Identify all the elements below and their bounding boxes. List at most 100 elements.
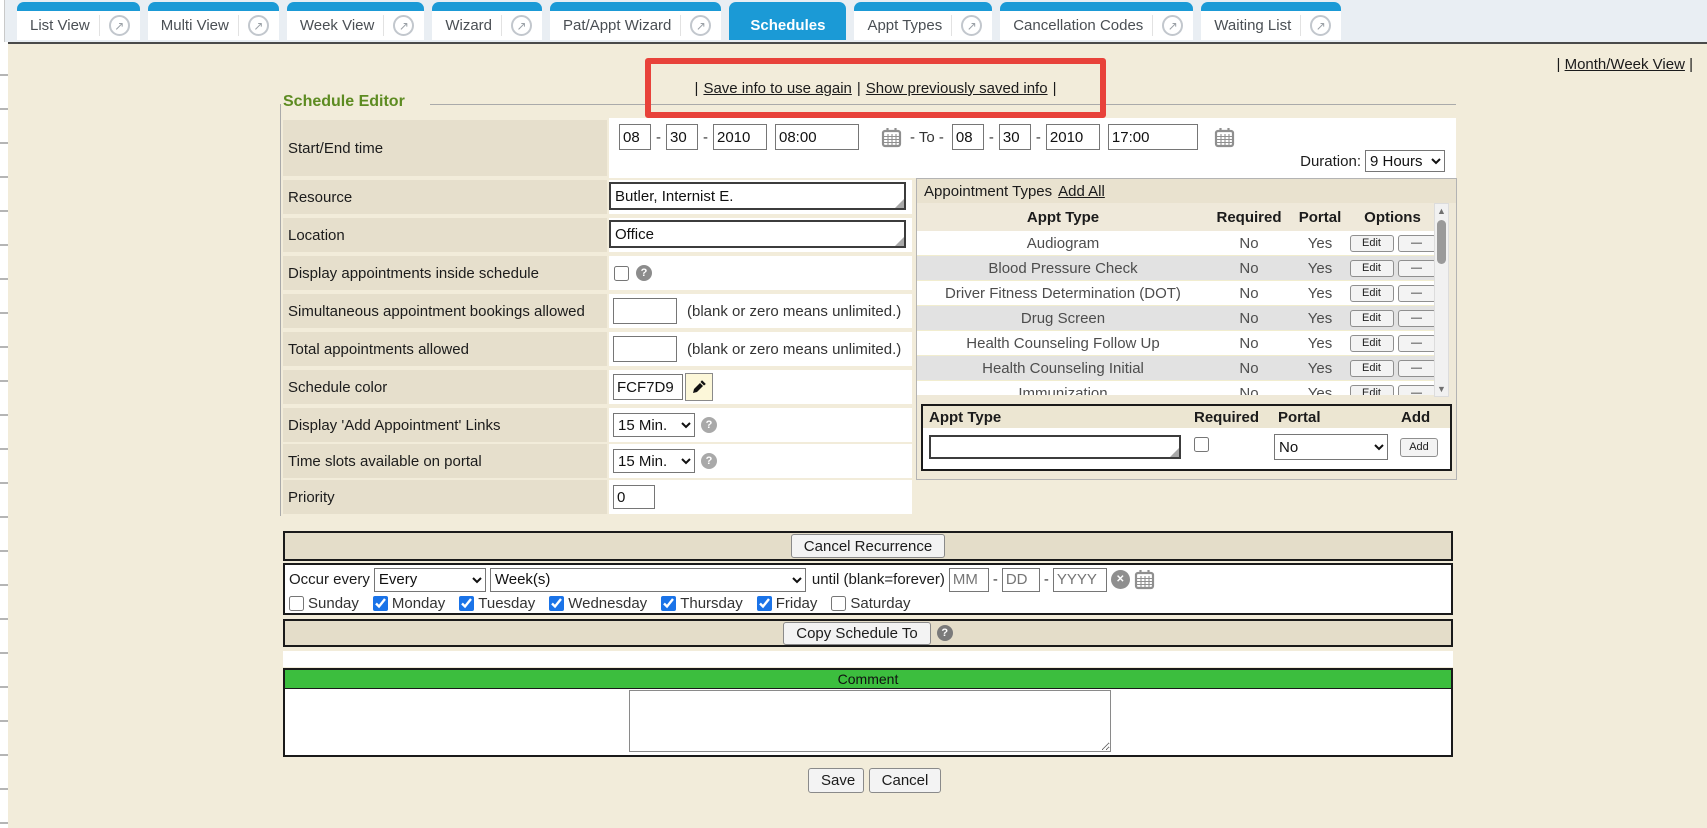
external-link-icon[interactable]: ↗ — [961, 15, 982, 36]
occur-every-label: Occur every — [289, 571, 370, 588]
remove-button[interactable]: — — [1398, 385, 1435, 396]
appointment-types-panel: Appointment Types Add All Appt Type Requ… — [916, 178, 1457, 480]
tab-pat-appt-wizard[interactable]: Pat/Appt Wizard ↗ — [550, 2, 721, 40]
external-link-icon[interactable]: ↗ — [511, 15, 532, 36]
portal-slots-interval-select[interactable]: 15 Min. — [613, 449, 695, 473]
add-links-interval-select[interactable]: 15 Min. — [613, 413, 695, 437]
tab-list-view[interactable]: List View ↗ — [17, 2, 140, 40]
scroll-up-icon[interactable]: ▲ — [1437, 204, 1446, 218]
end-calendar-icon[interactable] — [1214, 127, 1235, 148]
end-year-input[interactable] — [1046, 124, 1100, 150]
cancel-button[interactable]: Cancel — [869, 768, 941, 793]
tuesday-checkbox[interactable] — [459, 596, 474, 611]
end-time-input[interactable] — [1108, 124, 1198, 150]
recurrence-frequency-select[interactable]: Every — [374, 568, 486, 592]
edit-button[interactable]: Edit — [1350, 260, 1394, 277]
end-month-input[interactable] — [952, 124, 984, 150]
start-day-input[interactable] — [666, 124, 698, 150]
location-input[interactable] — [609, 220, 906, 248]
thursday-checkbox[interactable] — [661, 596, 676, 611]
until-month-input[interactable] — [949, 568, 989, 592]
end-day-input[interactable] — [999, 124, 1031, 150]
day-sunday[interactable]: Sunday — [289, 595, 359, 612]
remove-button[interactable]: — — [1398, 335, 1435, 352]
edit-button[interactable]: Edit — [1350, 360, 1394, 377]
remove-button[interactable]: — — [1398, 285, 1435, 302]
display-inside-checkbox[interactable] — [614, 266, 629, 281]
new-appt-type-input[interactable] — [929, 435, 1181, 459]
schedule-color-input[interactable] — [613, 374, 683, 400]
add-appt-type-button[interactable]: Add — [1400, 438, 1438, 457]
wednesday-checkbox[interactable] — [549, 596, 564, 611]
duration-select[interactable]: 9 Hours — [1365, 150, 1445, 172]
until-year-input[interactable] — [1053, 568, 1107, 592]
tab-wizard[interactable]: Wizard ↗ — [432, 2, 542, 40]
month-week-view-linkbar: | Month/Week View | — [1557, 56, 1694, 73]
comment-textarea[interactable] — [629, 690, 1111, 752]
priority-input[interactable] — [613, 485, 655, 509]
monday-checkbox[interactable] — [373, 596, 388, 611]
save-info-link[interactable]: Save info to use again — [703, 80, 851, 97]
resize-grip-icon[interactable] — [895, 199, 904, 208]
resize-grip-icon[interactable] — [895, 237, 904, 246]
remove-button[interactable]: — — [1398, 360, 1435, 377]
external-link-icon[interactable]: ↗ — [690, 15, 711, 36]
tab-waiting-list[interactable]: Waiting List ↗ — [1201, 2, 1341, 40]
day-tuesday[interactable]: Tuesday — [459, 595, 535, 612]
external-link-icon[interactable]: ↗ — [393, 15, 414, 36]
tab-schedules[interactable]: Schedules — [729, 2, 846, 40]
color-picker-button[interactable] — [685, 373, 713, 401]
day-saturday[interactable]: Saturday — [831, 595, 910, 612]
until-calendar-icon[interactable] — [1134, 569, 1155, 590]
add-all-link[interactable]: Add All — [1058, 183, 1105, 200]
scroll-down-icon[interactable]: ▼ — [1437, 382, 1446, 396]
day-wednesday[interactable]: Wednesday — [549, 595, 647, 612]
tab-cancellation-codes[interactable]: Cancellation Codes ↗ — [1000, 2, 1193, 40]
external-link-icon[interactable]: ↗ — [109, 15, 130, 36]
tab-appt-types[interactable]: Appt Types ↗ — [854, 2, 992, 40]
external-link-icon[interactable]: ↗ — [248, 15, 269, 36]
resource-input[interactable] — [609, 182, 906, 210]
edit-button[interactable]: Edit — [1350, 235, 1394, 252]
help-icon[interactable]: ? — [701, 453, 717, 469]
remove-button[interactable]: — — [1398, 310, 1435, 327]
start-year-input[interactable] — [713, 124, 767, 150]
remove-button[interactable]: — — [1398, 235, 1435, 252]
edit-button[interactable]: Edit — [1350, 310, 1394, 327]
day-monday[interactable]: Monday — [373, 595, 445, 612]
month-week-view-link[interactable]: Month/Week View — [1565, 56, 1685, 73]
friday-checkbox[interactable] — [757, 596, 772, 611]
save-button[interactable]: Save — [808, 768, 864, 793]
resize-grip-icon[interactable] — [1170, 448, 1179, 457]
table-scrollbar[interactable]: ▲ ▼ — [1434, 203, 1449, 397]
until-day-input[interactable] — [1002, 568, 1040, 592]
start-month-input[interactable] — [619, 124, 651, 150]
clear-date-icon[interactable]: ✕ — [1111, 570, 1130, 589]
copy-schedule-to-button[interactable]: Copy Schedule To — [783, 622, 930, 645]
edit-button[interactable]: Edit — [1350, 285, 1394, 302]
day-thursday[interactable]: Thursday — [661, 595, 743, 612]
help-icon[interactable]: ? — [937, 625, 953, 641]
cancel-recurrence-button[interactable]: Cancel Recurrence — [791, 534, 945, 558]
remove-button[interactable]: — — [1398, 260, 1435, 277]
new-appt-portal-select[interactable]: No — [1274, 434, 1388, 460]
tab-week-view[interactable]: Week View ↗ — [287, 2, 424, 40]
total-appointments-input[interactable] — [613, 336, 677, 362]
start-calendar-icon[interactable] — [881, 127, 902, 148]
new-appt-required-checkbox[interactable] — [1194, 437, 1209, 452]
external-link-icon[interactable]: ↗ — [1310, 15, 1331, 36]
day-friday[interactable]: Friday — [757, 595, 818, 612]
scrollbar-thumb[interactable] — [1437, 220, 1446, 264]
tab-multi-view[interactable]: Multi View ↗ — [148, 2, 279, 40]
show-saved-info-link[interactable]: Show previously saved info — [866, 80, 1048, 97]
simultaneous-input[interactable] — [613, 298, 677, 324]
sunday-checkbox[interactable] — [289, 596, 304, 611]
recurrence-period-select[interactable]: Week(s) — [490, 568, 806, 592]
saturday-checkbox[interactable] — [831, 596, 846, 611]
help-icon[interactable]: ? — [636, 265, 652, 281]
external-link-icon[interactable]: ↗ — [1162, 15, 1183, 36]
edit-button[interactable]: Edit — [1350, 335, 1394, 352]
start-time-input[interactable] — [775, 124, 859, 150]
help-icon[interactable]: ? — [701, 417, 717, 433]
edit-button[interactable]: Edit — [1350, 385, 1394, 396]
